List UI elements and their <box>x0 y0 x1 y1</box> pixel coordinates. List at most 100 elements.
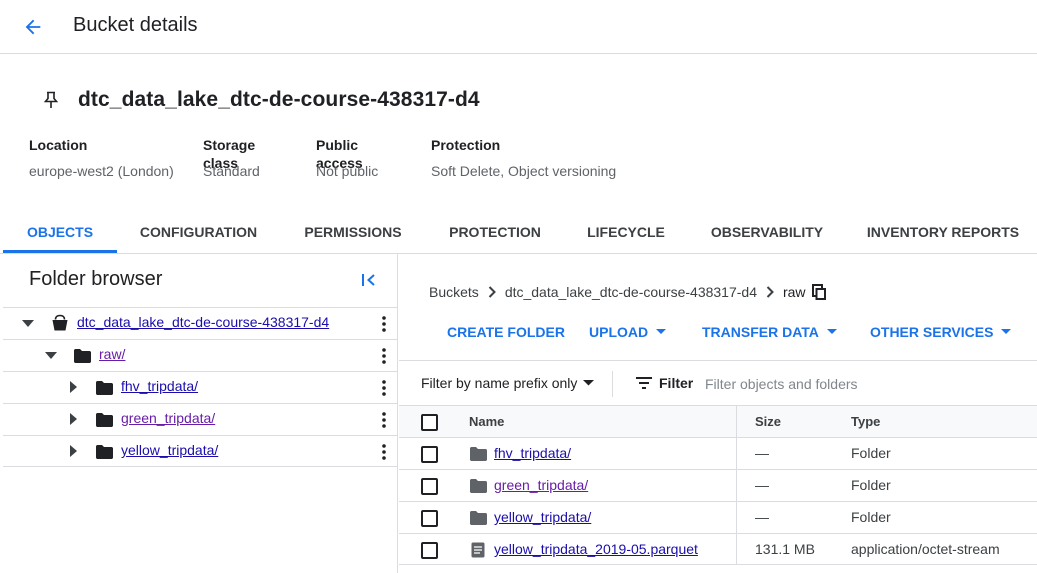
caret-down-icon[interactable] <box>21 317 35 331</box>
objects-panel: Buckets dtc_data_lake_dtc-de-course-4383… <box>399 254 1037 573</box>
filter-mode-select[interactable]: Filter by name prefix only <box>421 375 595 391</box>
tree-link-green-tripdata[interactable]: green_tripdata/ <box>121 410 215 426</box>
pin-icon[interactable] <box>40 89 62 111</box>
upload-label: UPLOAD <box>589 324 649 340</box>
tab-configuration[interactable]: CONFIGURATION <box>131 213 266 253</box>
collapse-panel-icon[interactable] <box>358 269 380 291</box>
tree-link-raw[interactable]: raw/ <box>99 346 125 362</box>
column-header-name[interactable]: Name <box>469 406 504 437</box>
filter-mode-label: Filter by name prefix only <box>421 375 578 391</box>
other-services-button[interactable]: OTHER SERVICES <box>870 324 1012 340</box>
object-size: — <box>755 445 769 461</box>
tree-link-yellow-tripdata[interactable]: yellow_tripdata/ <box>121 442 218 458</box>
column-divider <box>736 534 737 565</box>
filter-button[interactable]: Filter <box>636 375 693 391</box>
create-folder-label: CREATE FOLDER <box>447 324 565 340</box>
tree-node-raw[interactable]: raw/ <box>3 339 397 371</box>
dropdown-arrow-icon <box>826 329 837 335</box>
tab-permissions[interactable]: PERMISSIONS <box>296 213 410 253</box>
select-all-checkbox[interactable] <box>421 414 438 431</box>
tree-node-fhv-tripdata[interactable]: fhv_tripdata/ <box>3 371 397 403</box>
row-checkbox[interactable] <box>421 478 438 495</box>
table-row: fhv_tripdata/ — Folder <box>399 437 1037 469</box>
object-link[interactable]: fhv_tripdata/ <box>494 438 571 469</box>
column-header-size[interactable]: Size <box>755 406 781 437</box>
tab-bar: OBJECTS CONFIGURATION PERMISSIONS PROTEC… <box>0 213 1037 254</box>
other-services-label: OTHER SERVICES <box>870 324 994 340</box>
caret-right-icon[interactable] <box>67 412 81 426</box>
row-checkbox[interactable] <box>421 510 438 527</box>
tab-protection[interactable]: PROTECTION <box>440 213 550 253</box>
file-icon <box>469 542 487 558</box>
tab-lifecycle[interactable]: LIFECYCLE <box>580 213 672 253</box>
objects-table: Name Size Type fhv_tripdata/ — Folder gr… <box>399 405 1037 565</box>
folder-tree: dtc_data_lake_dtc-de-course-438317-d4 ra… <box>3 307 397 467</box>
action-bar: CREATE FOLDER UPLOAD TRANSFER DATA OTHER… <box>399 324 1037 344</box>
filter-bar: Filter by name prefix only Filter <box>399 360 1037 406</box>
breadcrumb-buckets[interactable]: Buckets <box>429 284 479 300</box>
more-vert-icon[interactable] <box>379 346 389 366</box>
object-size: 131.1 MB <box>755 541 815 557</box>
tree-node-bucket[interactable]: dtc_data_lake_dtc-de-course-438317-d4 <box>3 307 397 339</box>
tab-inventory-reports[interactable]: INVENTORY REPORTS <box>862 213 1024 253</box>
tree-node-yellow-tripdata[interactable]: yellow_tripdata/ <box>3 435 397 467</box>
folder-browser-title: Folder browser <box>29 268 163 290</box>
filter-button-label: Filter <box>659 375 694 391</box>
object-type: application/octet-stream <box>851 541 1000 557</box>
page-title: Bucket details <box>73 14 198 36</box>
arrow-back-icon <box>25 19 41 35</box>
transfer-data-label: TRANSFER DATA <box>702 324 819 340</box>
object-size: — <box>755 509 769 525</box>
tab-observability[interactable]: OBSERVABILITY <box>702 213 832 253</box>
filter-input[interactable] <box>705 370 1025 398</box>
folder-icon <box>95 443 113 461</box>
row-checkbox[interactable] <box>421 446 438 463</box>
tree-link-fhv-tripdata[interactable]: fhv_tripdata/ <box>121 378 198 394</box>
property-label: Storage class <box>203 137 256 171</box>
breadcrumb: Buckets dtc_data_lake_dtc-de-course-4383… <box>429 284 826 300</box>
tree-node-green-tripdata[interactable]: green_tripdata/ <box>3 403 397 435</box>
dropdown-arrow-icon <box>656 329 667 335</box>
property-label: Protection <box>431 137 501 153</box>
object-link[interactable]: yellow_tripdata_2019-05.parquet <box>494 534 698 565</box>
breadcrumb-current: raw <box>782 284 806 300</box>
bucket-name: dtc_data_lake_dtc-de-course-438317-d4 <box>78 88 480 111</box>
top-bar: Bucket details <box>0 0 1037 54</box>
table-row: green_tripdata/ — Folder <box>399 469 1037 501</box>
object-link[interactable]: green_tripdata/ <box>494 470 588 501</box>
table-row: yellow_tripdata_2019-05.parquet 131.1 MB… <box>399 533 1037 565</box>
caret-right-icon[interactable] <box>67 444 81 458</box>
create-folder-button[interactable]: CREATE FOLDER <box>447 324 565 340</box>
more-vert-icon[interactable] <box>379 378 389 398</box>
caret-right-icon[interactable] <box>67 380 81 394</box>
property-value: Not public <box>316 163 379 179</box>
location-property: Location europe-west2 (London) <box>29 136 174 180</box>
back-button[interactable] <box>20 14 46 40</box>
table-header-row: Name Size Type <box>399 405 1037 437</box>
column-header-type[interactable]: Type <box>851 406 880 437</box>
breadcrumb-bucket[interactable]: dtc_data_lake_dtc-de-course-438317-d4 <box>505 284 757 300</box>
public-access-property: Public access Not public <box>316 136 378 180</box>
more-vert-icon[interactable] <box>379 410 389 430</box>
caret-down-icon[interactable] <box>44 349 58 363</box>
more-vert-icon[interactable] <box>379 442 389 462</box>
chevron-right-icon <box>766 286 774 298</box>
folder-icon <box>469 510 487 526</box>
table-row: yellow_tripdata/ — Folder <box>399 501 1037 533</box>
dropdown-arrow-icon <box>1001 329 1012 335</box>
tab-objects[interactable]: OBJECTS <box>3 213 117 253</box>
object-link[interactable]: yellow_tripdata/ <box>494 502 591 533</box>
object-type: Folder <box>851 445 891 461</box>
property-value: europe-west2 (London) <box>29 163 174 179</box>
bucket-icon <box>51 314 69 332</box>
transfer-data-button[interactable]: TRANSFER DATA <box>702 324 837 340</box>
more-vert-icon[interactable] <box>379 314 389 334</box>
folder-icon <box>73 347 91 365</box>
upload-button[interactable]: UPLOAD <box>589 324 667 340</box>
row-checkbox[interactable] <box>421 542 438 559</box>
tree-link-bucket[interactable]: dtc_data_lake_dtc-de-course-438317-d4 <box>77 314 329 330</box>
chevron-right-icon <box>488 286 496 298</box>
property-value: Soft Delete, Object versioning <box>431 163 617 179</box>
folder-icon <box>95 379 113 397</box>
copy-icon[interactable] <box>811 284 826 300</box>
